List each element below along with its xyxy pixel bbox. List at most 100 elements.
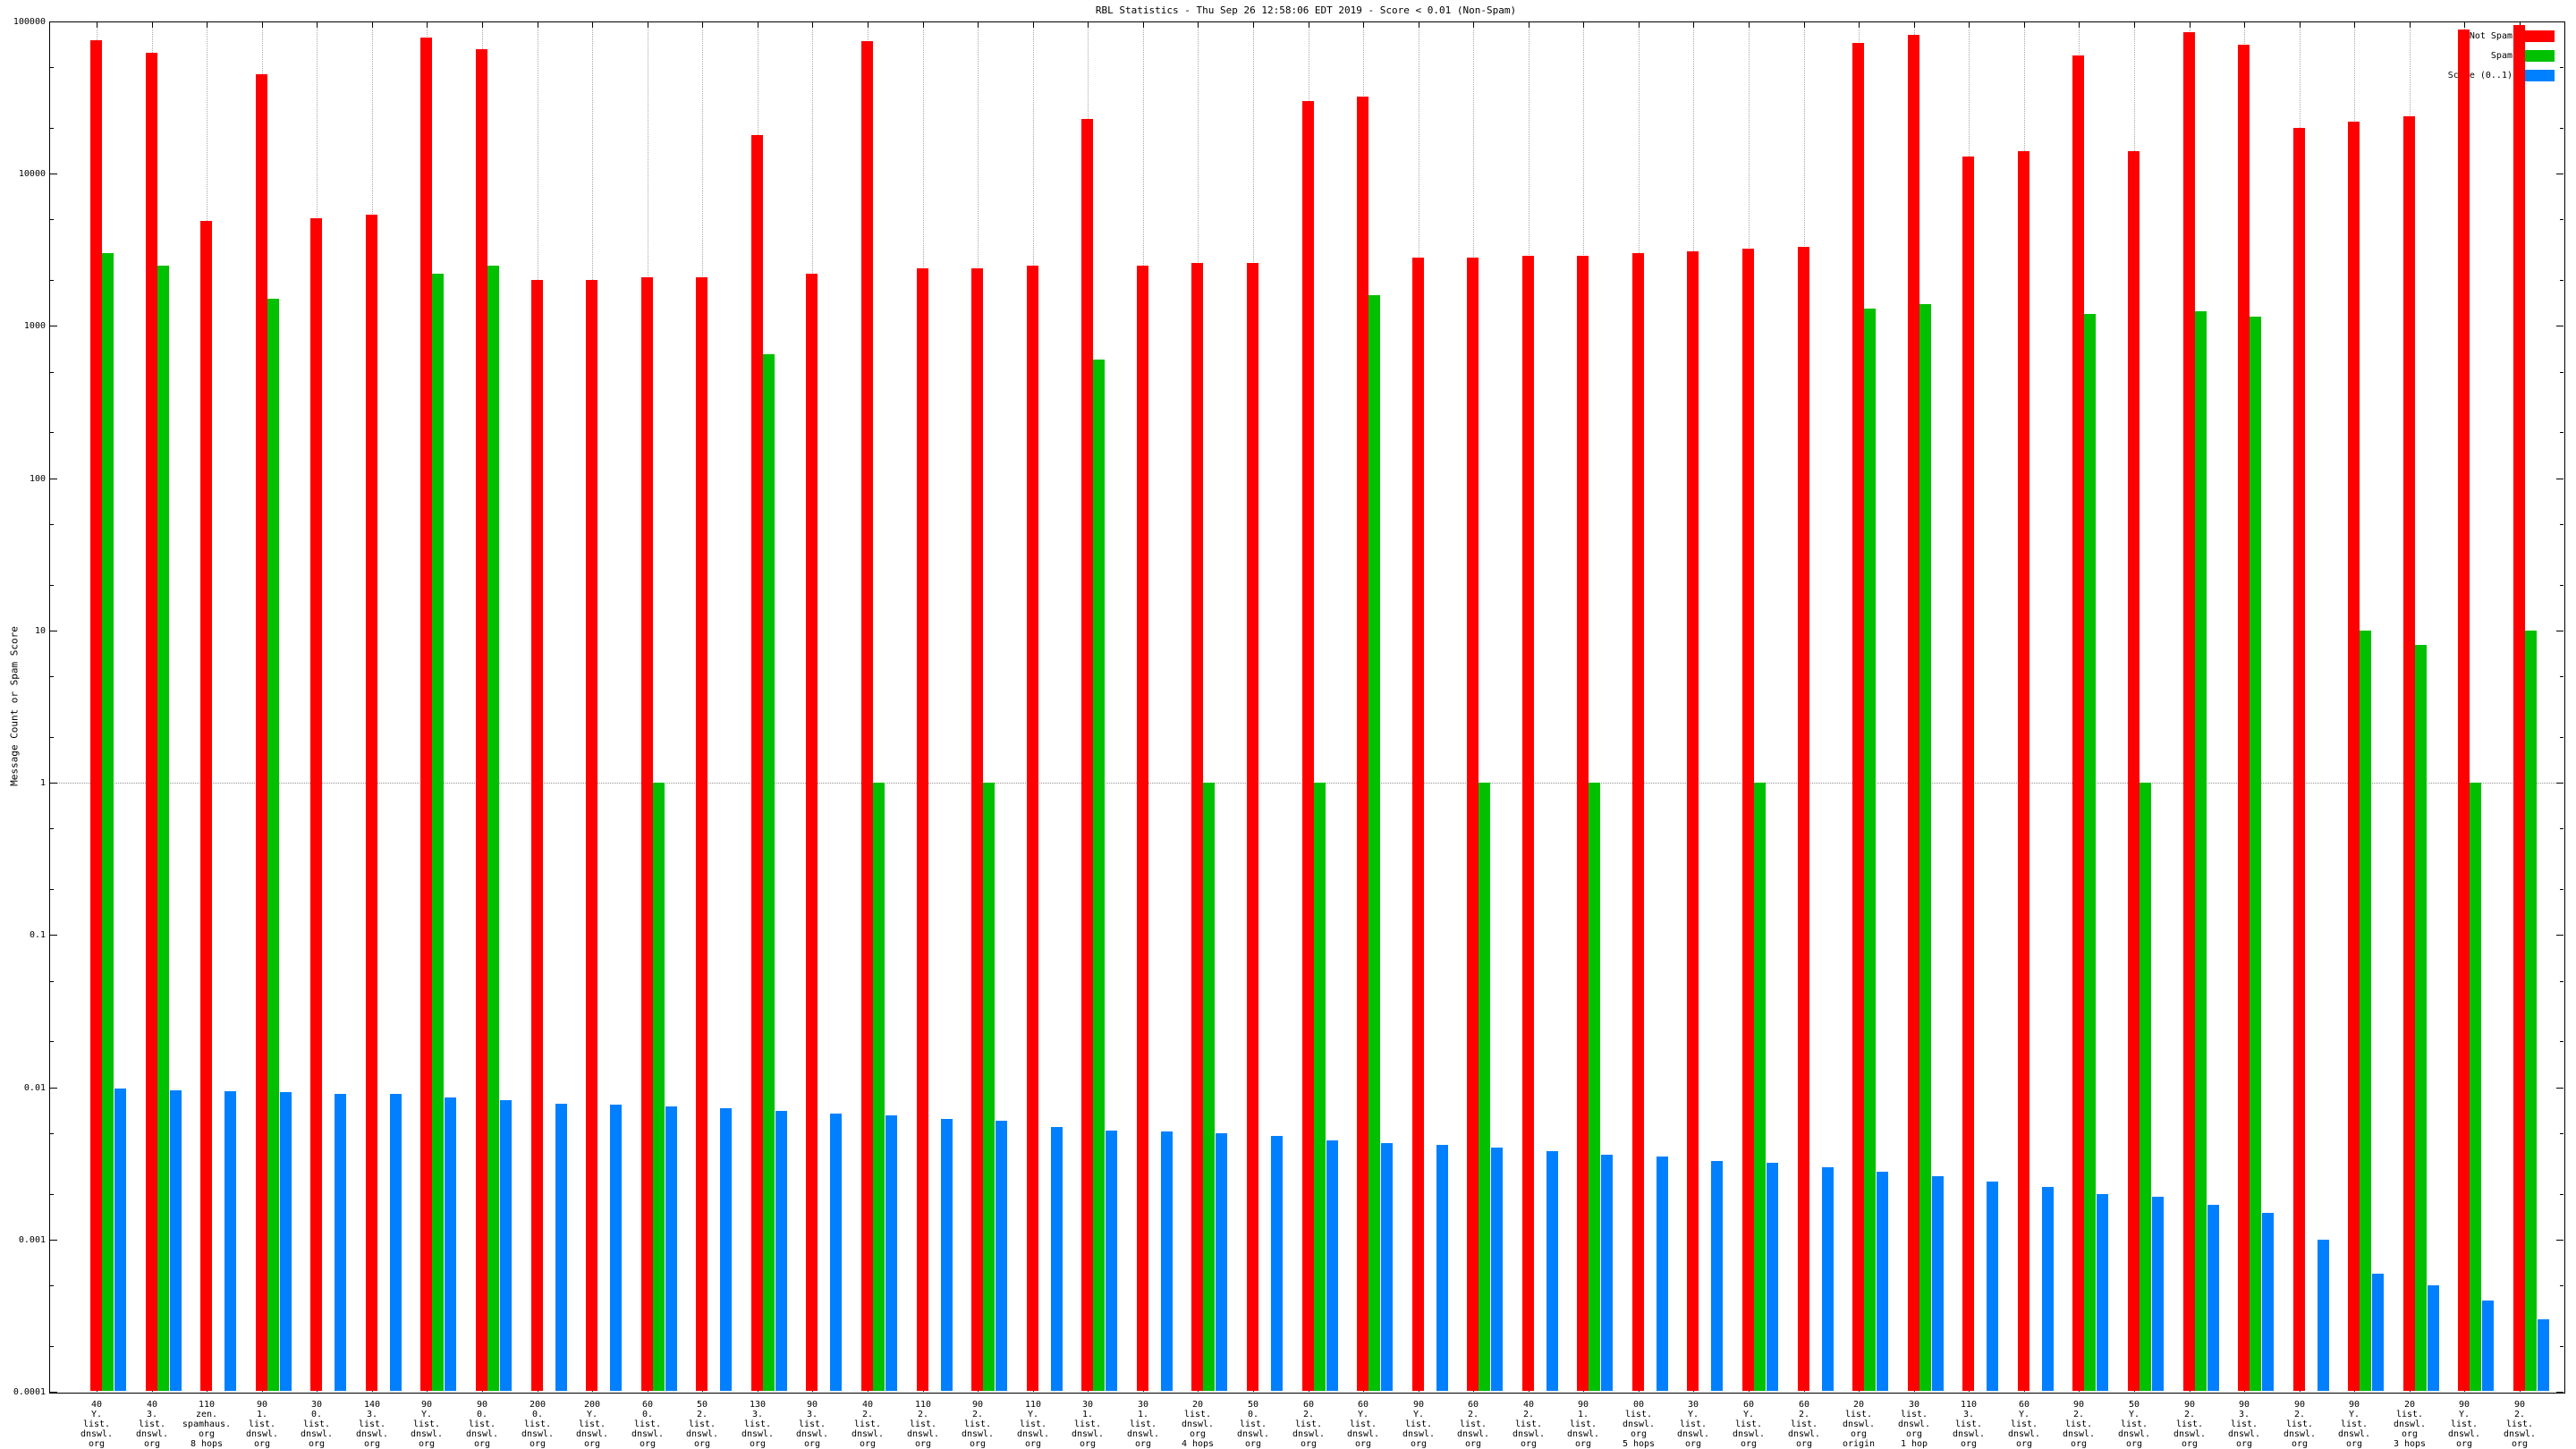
x-tick-label-line: org [2504,1439,2536,1449]
x-tick-label-line: org [686,1439,718,1449]
bar-spam [2415,645,2427,1391]
x-tick-top [207,22,208,28]
bar-score [225,1091,236,1391]
x-tick-label-line: 110 [1017,1400,1049,1410]
x-tick-label-line: list. [741,1419,774,1429]
x-tick-label-line: 2. [686,1410,718,1419]
x-tick-label-line: 90 [2063,1400,2095,1410]
x-tick-label-line: dnswl. [1788,1429,1820,1439]
bar-not-spam [1137,266,1148,1391]
bar-spam [873,783,885,1391]
y-tick-major-right [2556,935,2563,936]
legend-row: Not Spam [2470,30,2555,42]
x-tick-label-line: list. [796,1419,828,1429]
bar-not-spam [90,40,102,1391]
x-tick-top [1088,22,1089,28]
x-tick-label: 403.list.dnswl.orgorigin [136,1400,168,1449]
x-tick-label: 20list.dnswl.orgorigin [1843,1400,1875,1449]
bar-score [2318,1240,2329,1391]
y-tick-minor-right [2560,1041,2563,1042]
x-tick-label-line: list. [2284,1419,2316,1429]
bar-spam [763,354,775,1391]
x-tick-label: 1103.list.dnswl.org1 hop [1953,1400,1985,1449]
x-tick-label-line: list. [1953,1419,1985,1429]
x-tick-label-line: Y. [80,1410,113,1419]
bar-score [2428,1285,2439,1391]
x-tick-top [1969,22,1970,28]
x-tick-label-line: dnswl. [1127,1429,1159,1439]
y-tick-minor-left [50,1285,54,1286]
y-tick-minor-right [2560,981,2563,982]
bar-not-spam [200,221,212,1391]
x-tick-top [152,22,153,28]
bar-score [720,1108,732,1391]
y-axis-label: Message Count or Spam Score [9,572,21,841]
x-tick-label-line: 3. [796,1410,828,1419]
y-tick-label: 0.0001 [4,1387,46,1397]
x-tick-label-line: dnswl. [852,1429,884,1439]
legend-label: Not Spam [2470,31,2512,41]
x-tick-label-line: org [1788,1439,1820,1449]
bar-spam [2140,783,2151,1391]
bar-spam [487,266,499,1391]
x-tick-label-line: dnswl. [1898,1419,1930,1429]
x-tick-label-line: dnswl. [136,1429,168,1439]
bar-not-spam [1908,35,1919,1391]
bar-not-spam [1687,251,1699,1391]
x-tick-top [1198,22,1199,28]
x-tick-label-line: 30 [1677,1400,1709,1410]
y-tick-label: 10 [4,626,46,636]
x-tick-label-line: 90 [246,1400,278,1410]
y-tick-minor-right [2560,1285,2563,1286]
x-tick-label-line: 2. [2174,1410,2206,1419]
y-tick-label: 0.01 [4,1083,46,1093]
x-tick-label-line: 20 [1843,1400,1875,1410]
y-tick-minor-right [2560,128,2563,129]
y-tick-major-right [2556,783,2563,784]
x-tick-label-line: 1. [246,1410,278,1419]
bar-not-spam [2072,55,2084,1391]
bar-score [665,1106,677,1391]
x-tick-label: 90Y.list.dnswl.org4 hops [1402,1400,1435,1449]
bar-score [1161,1131,1173,1391]
x-tick-label: 20list.dnswl.org4 hops [1182,1400,1214,1449]
y-tick-label: 100000 [4,17,46,27]
y-tick-label: 0.1 [4,930,46,940]
x-tick-label-line: dnswl. [1677,1429,1709,1439]
x-tick-label-line: 90 [411,1400,443,1410]
x-tick-label: 903.list.dnswl.org3 hops [796,1400,828,1449]
x-tick-label-line: dnswl. [576,1429,608,1439]
x-tick-top [2024,22,2025,28]
bar-spam [2250,317,2261,1391]
x-tick-label-line: org [2063,1439,2095,1449]
x-tick-label-line: org [1733,1439,1765,1449]
x-tick-label-line: org [1953,1439,1985,1449]
y-tick-label: 100 [4,474,46,484]
bar-score [2262,1213,2274,1391]
x-tick-label: 600.list.dnswl.org1 hop [631,1400,664,1449]
x-tick-label-line: Y. [2118,1410,2150,1419]
x-tick-label-line: 2. [1788,1410,1820,1419]
bar-score [170,1090,182,1391]
bar-score [114,1089,126,1391]
x-tick-label-line: org [2174,1439,2206,1449]
x-tick-label-line: org [741,1439,774,1449]
x-tick-label-line: list. [1402,1419,1435,1429]
y-tick-minor-right [2560,432,2563,433]
x-tick-label-line: dnswl. [2394,1419,2426,1429]
x-tick-label-line: org [136,1439,168,1449]
bar-score [830,1114,842,1391]
bar-spam [1093,360,1105,1391]
x-tick-label-line: org [1623,1429,1655,1439]
x-tick-label-line: 40 [80,1400,113,1410]
x-tick-label-line: 90 [2228,1400,2260,1410]
x-tick-label-line: org [907,1439,939,1449]
bar-spam [1479,783,1490,1391]
y-tick-minor-left [50,1133,54,1134]
x-tick-label: 60Y.list.dnswl.org2 hops [1733,1400,1765,1449]
x-tick-label-line: list. [2008,1419,2040,1429]
x-tick-label-line: org [2008,1439,2040,1449]
x-tick-label-line: org [1843,1429,1875,1439]
bar-not-spam [2183,32,2195,1391]
x-tick-label-line: 40 [852,1400,884,1410]
